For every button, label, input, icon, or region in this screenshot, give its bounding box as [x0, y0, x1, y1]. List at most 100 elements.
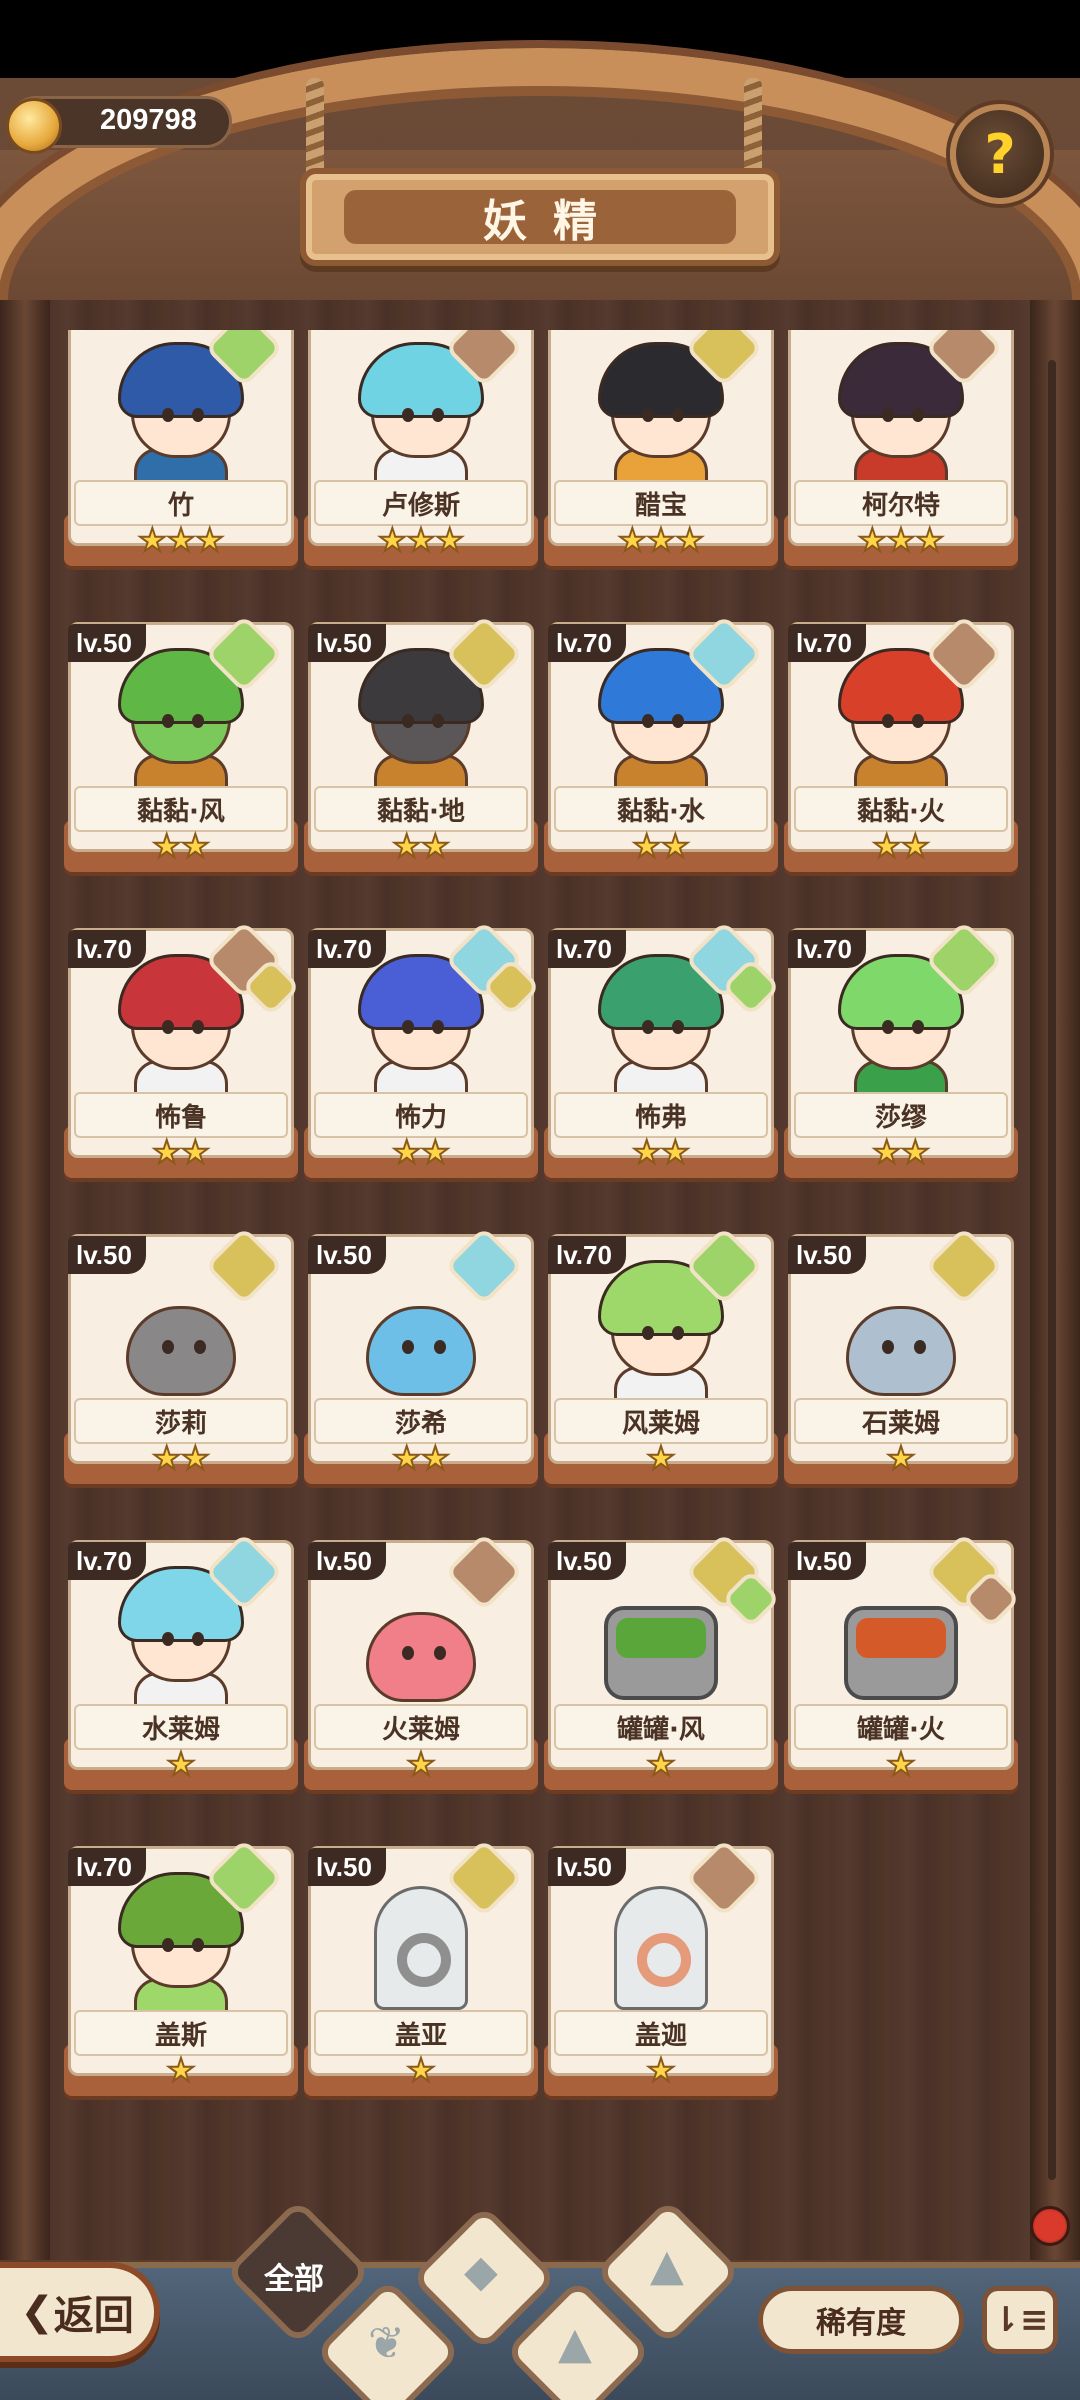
fairy-card[interactable]: 黏黏·火 ★★ lv.70: [784, 614, 1018, 884]
level-badge: lv.50: [548, 1542, 626, 1580]
star-icons: ★★★: [377, 521, 465, 559]
level-badge: lv.50: [308, 1542, 386, 1580]
level-badge: lv.70: [548, 1236, 626, 1274]
star-icons: ★: [886, 1745, 917, 1783]
filter-all-label: 全部: [264, 2262, 324, 2297]
fairy-name: 黏黏·火: [857, 796, 945, 827]
level-badge: lv.70: [68, 930, 146, 968]
star-icons: ★: [406, 2051, 437, 2089]
fairy-card[interactable]: 黏黏·水 ★★ lv.70: [544, 614, 778, 884]
star-icons: ★: [646, 1439, 677, 1477]
star-rating: ★★: [64, 1438, 298, 1478]
star-rating: ★★: [544, 1132, 778, 1172]
level-badge: lv.50: [68, 624, 146, 662]
fairy-name: 莎缪: [874, 1102, 927, 1133]
fairy-name: 黏黏·地: [377, 796, 465, 827]
star-icons: ★: [646, 1745, 677, 1783]
fairy-name: 黏黏·风: [137, 796, 225, 827]
fairy-card[interactable]: 怖力 ★★ lv.70: [304, 920, 541, 1190]
star-rating: ★★★: [784, 520, 1018, 560]
star-rating: ★★: [64, 1132, 298, 1172]
back-chevron-icon: ❮: [20, 2289, 54, 2335]
fairy-card[interactable]: 莎希 ★★ lv.50: [304, 1226, 538, 1496]
star-rating: ★★: [304, 826, 538, 866]
coin-value: 209798: [100, 104, 197, 136]
star-rating: ★★: [544, 826, 778, 866]
fairy-card[interactable]: 醋宝 ★★★: [544, 330, 778, 578]
star-rating: ★★★: [64, 520, 298, 560]
star-icons: ★★: [151, 1439, 210, 1477]
sort-icon: ⇂≡: [991, 2300, 1049, 2340]
star-rating: ★: [304, 2050, 538, 2090]
fairy-name: 石莱姆: [861, 1408, 940, 1439]
star-icons: ★★: [391, 827, 450, 865]
question-icon: ?: [984, 122, 1016, 186]
scrollbar[interactable]: [1048, 360, 1056, 2180]
fairy-card[interactable]: 盖斯 ★ lv.70: [64, 1838, 298, 2108]
fairy-card[interactable]: 罐罐·火 ★ lv.50: [784, 1532, 1021, 1802]
level-badge: lv.70: [308, 930, 386, 968]
fairy-card[interactable]: 火莱姆 ★ lv.50: [304, 1532, 538, 1802]
rarity-sort-button[interactable]: 稀有度: [758, 2286, 964, 2354]
star-rating: ★: [544, 2050, 778, 2090]
title-sign: 妖精: [300, 168, 780, 266]
star-rating: ★: [64, 1744, 298, 1784]
star-icons: ★★: [871, 1133, 930, 1171]
star-icons: ★★★: [137, 521, 225, 559]
fairy-name: 火莱姆: [381, 1714, 460, 1745]
star-rating: ★: [784, 1744, 1018, 1784]
fairy-card[interactable]: 竹 ★★★: [64, 330, 298, 578]
coin-icon: [6, 98, 62, 154]
sprout-icon: ❦: [368, 2318, 405, 2369]
fairy-card[interactable]: 莎缪 ★★ lv.70: [784, 920, 1018, 1190]
fairy-name: 怖力: [394, 1102, 447, 1133]
fairy-name: 怖鲁: [154, 1102, 207, 1133]
star-icons: ★★: [631, 1133, 690, 1171]
sort-order-button[interactable]: ⇂≡: [982, 2286, 1058, 2354]
fairy-card-grid: 竹 ★★★ 卢修斯 ★★★ 醋宝 ★★★ 柯尔特 ★★★ 黏黏·风 ★★ lv.50 黏黏·地 ★★ lv…: [64, 330, 1024, 2230]
fairy-name: 水莱姆: [141, 1714, 220, 1745]
help-button[interactable]: ?: [950, 104, 1050, 204]
fairy-card[interactable]: 黏黏·地 ★★ lv.50: [304, 614, 538, 884]
level-badge: lv.70: [68, 1542, 146, 1580]
ladybug-icon: [1030, 2206, 1070, 2246]
fairy-card[interactable]: 柯尔特 ★★★: [784, 330, 1018, 578]
star-rating: ★★★: [544, 520, 778, 560]
fairy-card[interactable]: 盖亚 ★ lv.50: [304, 1838, 538, 2108]
fairy-card[interactable]: 黏黏·风 ★★ lv.50: [64, 614, 298, 884]
fairy-card[interactable]: 卢修斯 ★★★: [304, 330, 538, 578]
fairy-card[interactable]: 石莱姆 ★ lv.50: [784, 1226, 1018, 1496]
star-icons: ★★: [391, 1439, 450, 1477]
star-rating: ★: [64, 2050, 298, 2090]
star-rating: ★★★: [304, 520, 538, 560]
fairy-name: 竹: [167, 490, 194, 521]
star-icons: ★★★: [857, 521, 945, 559]
fairy-card[interactable]: 怖鲁 ★★ lv.70: [64, 920, 301, 1190]
star-rating: ★: [544, 1438, 778, 1478]
star-rating: ★★: [304, 1132, 538, 1172]
fairy-name: 醋宝: [634, 490, 687, 521]
star-icons: ★: [646, 2051, 677, 2089]
level-badge: lv.50: [788, 1236, 866, 1274]
fairy-card[interactable]: 怖弗 ★★ lv.70: [544, 920, 781, 1190]
fairy-card[interactable]: 罐罐·风 ★ lv.50: [544, 1532, 781, 1802]
fairy-card[interactable]: 莎莉 ★★ lv.50: [64, 1226, 298, 1496]
level-badge: lv.70: [68, 1848, 146, 1886]
fairy-card[interactable]: 风莱姆 ★ lv.70: [544, 1226, 778, 1496]
back-button[interactable]: ❮ 返回: [0, 2262, 160, 2362]
page-title: 妖精: [483, 196, 623, 247]
fairy-card[interactable]: 盖迦 ★ lv.50: [544, 1838, 778, 2108]
star-icons: ★: [406, 1745, 437, 1783]
title-plate: 妖精: [344, 190, 736, 247]
fairy-name: 柯尔特: [861, 490, 940, 521]
fairy-card[interactable]: 水莱姆 ★ lv.70: [64, 1532, 298, 1802]
fairy-name: 盖亚: [394, 2020, 447, 2051]
star-icons: ★★: [151, 827, 210, 865]
star-icons: ★: [886, 1439, 917, 1477]
level-badge: lv.50: [548, 1848, 626, 1886]
star-rating: ★★: [64, 826, 298, 866]
fairy-name: 莎希: [394, 1408, 447, 1439]
fairy-name: 风莱姆: [621, 1408, 700, 1439]
fairy-name: 黏黏·水: [617, 796, 705, 827]
star-icons: ★★: [871, 827, 930, 865]
